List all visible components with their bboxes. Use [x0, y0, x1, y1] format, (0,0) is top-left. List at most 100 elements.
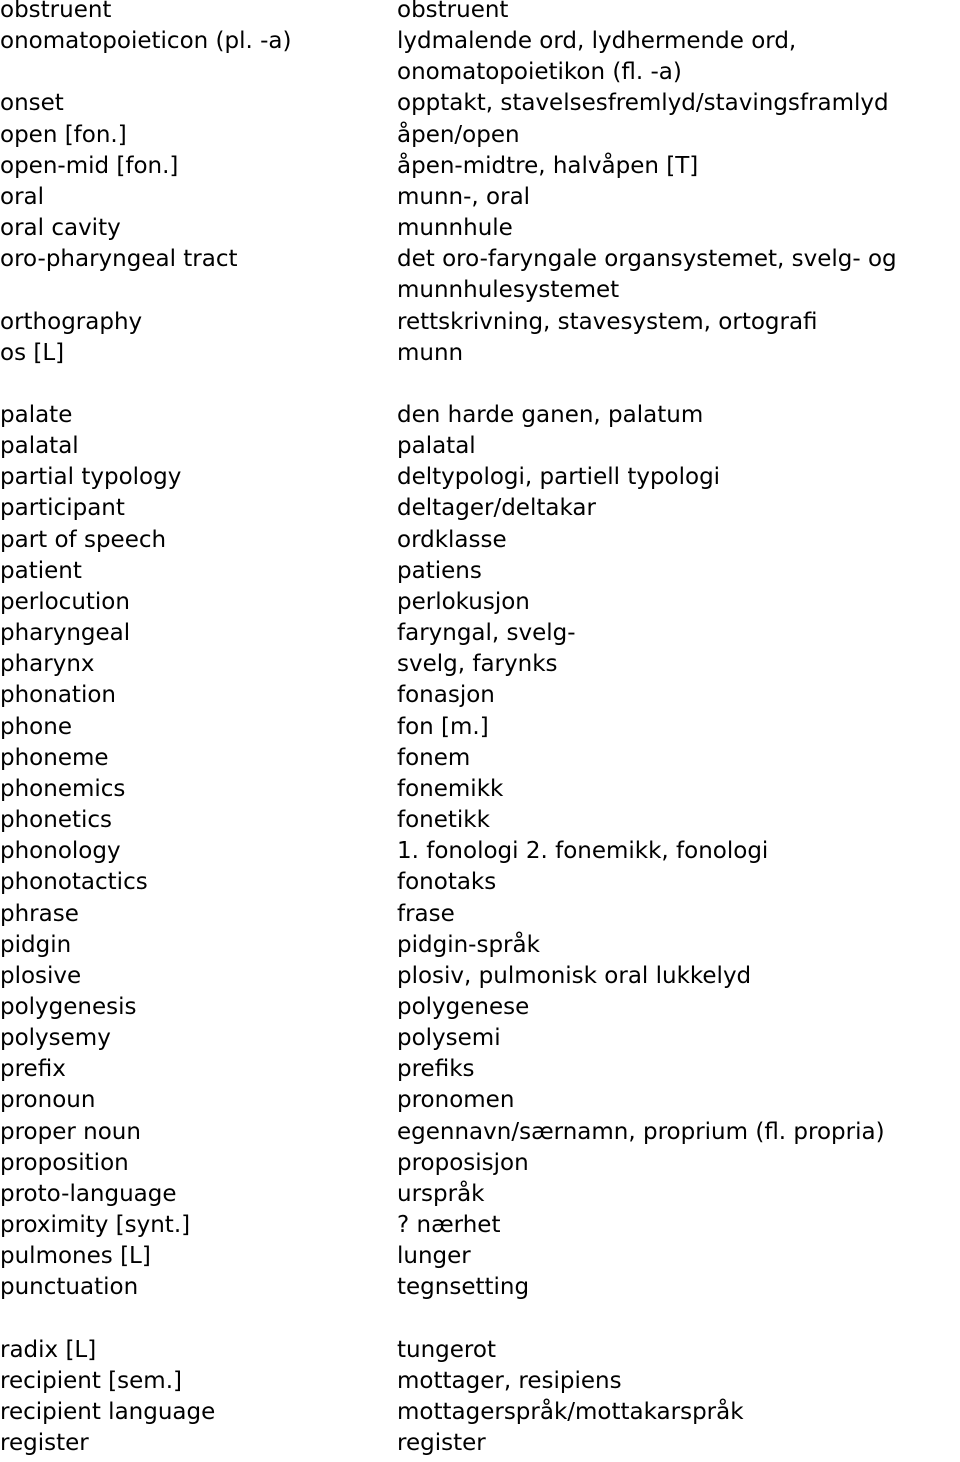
- glossary-entry: phonemics fonemikk: [0, 774, 960, 805]
- norwegian-translation: deltypologi, partiell typologi: [397, 464, 721, 491]
- english-term: onset: [0, 90, 64, 117]
- norwegian-translation: lunger: [397, 1243, 471, 1270]
- norwegian-translation: lydmalende ord, lydhermende ord, onomato…: [397, 28, 797, 86]
- english-term: phonation: [0, 682, 116, 709]
- glossary-entry: pronoun pronomen: [0, 1085, 960, 1116]
- english-term: onomatopoieticon (pl. -a): [0, 28, 292, 55]
- norwegian-translation: deltager/deltakar: [397, 495, 596, 522]
- glossary-entry: phone fon [m.]: [0, 712, 960, 743]
- norwegian-translation: fonem: [397, 744, 471, 771]
- norwegian-translation: polygenese: [397, 993, 530, 1020]
- english-term: obstruent: [0, 0, 112, 23]
- norwegian-translation: fonemikk: [397, 775, 504, 802]
- english-term: partial typology: [0, 464, 182, 491]
- norwegian-translation: 1. fonologi 2. fonemikk, fonologi: [397, 838, 769, 865]
- english-term: prefix: [0, 1056, 66, 1083]
- glossary-entry: phonation fonasjon: [0, 680, 960, 711]
- glossary-table: obstruent obstruent onomatopoieticon (pl…: [0, 0, 960, 1459]
- norwegian-translation: pronomen: [397, 1087, 515, 1114]
- english-term: os [L]: [0, 339, 65, 366]
- glossary-entry: palatal palatal: [0, 431, 960, 462]
- glossary-entry: orthography rettskrivning, stavesystem, …: [0, 307, 960, 338]
- norwegian-translation: fonotaks: [397, 869, 497, 896]
- english-term: recipient language: [0, 1399, 216, 1425]
- norwegian-translation: plosiv, pulmonisk oral lukkelyd: [397, 962, 752, 989]
- glossary-entry: pharynx svelg, farynks: [0, 649, 960, 680]
- glossary-entry: open-mid [fon.] åpen-midtre, halvåpen [T…: [0, 151, 960, 182]
- english-term: oral cavity: [0, 215, 121, 242]
- norwegian-translation: polysemi: [397, 1025, 501, 1052]
- glossary-entry: polysemy polysemi: [0, 1023, 960, 1054]
- glossary-entry: proto-language urspråk: [0, 1179, 960, 1210]
- glossary-entry: obstruent obstruent: [0, 0, 960, 26]
- norwegian-translation: urspråk: [397, 1180, 485, 1207]
- english-term: oral: [0, 183, 45, 210]
- english-term: phone: [0, 713, 72, 740]
- norwegian-translation: pidgin-språk: [397, 931, 540, 958]
- glossary-entry: phonotactics fonotaks: [0, 867, 960, 898]
- english-term: proximity [synt.]: [0, 1212, 191, 1239]
- english-term: pronoun: [0, 1087, 96, 1114]
- english-term: radix [L]: [0, 1336, 97, 1363]
- english-term: participant: [0, 495, 125, 522]
- norwegian-translation: palatal: [397, 433, 476, 460]
- norwegian-translation: fon [m.]: [397, 713, 489, 740]
- glossary-entry: polygenesis polygenese: [0, 992, 960, 1023]
- norwegian-translation: tungerot: [397, 1336, 496, 1363]
- norwegian-translation: perlokusjon: [397, 588, 530, 615]
- norwegian-translation: det oro-faryngale organsystemet, svelg- …: [397, 246, 897, 304]
- english-term: orthography: [0, 308, 143, 335]
- glossary-entry: plosive plosiv, pulmonisk oral lukkelyd: [0, 961, 960, 992]
- glossary-entry: proximity [synt.] ? nærhet: [0, 1210, 960, 1241]
- norwegian-translation: proposisjon: [397, 1149, 529, 1176]
- norwegian-translation: tegnsetting: [397, 1274, 530, 1301]
- glossary-entry: patient patiens: [0, 556, 960, 587]
- glossary-entry: phoneme fonem: [0, 743, 960, 774]
- english-term: register: [0, 1430, 89, 1457]
- english-term: open [fon.]: [0, 121, 127, 148]
- glossary-entry: onomatopoieticon (pl. -a) lydmalende ord…: [0, 26, 960, 88]
- norwegian-translation: prefiks: [397, 1056, 475, 1083]
- glossary-entry: recipient language mottagerspråk/mottaka…: [0, 1397, 960, 1428]
- glossary-entry: proposition proposisjon: [0, 1148, 960, 1179]
- norwegian-translation: register: [397, 1430, 486, 1457]
- norwegian-translation: ? nærhet: [397, 1212, 501, 1239]
- norwegian-translation: munn: [397, 339, 464, 366]
- glossary-entry: partial typology deltypologi, partiell t…: [0, 462, 960, 493]
- glossary-entry: pulmones [L] lunger: [0, 1241, 960, 1272]
- english-term: recipient [sem.]: [0, 1367, 182, 1394]
- norwegian-translation: rettskrivning, stavesystem, ortografi: [397, 308, 818, 335]
- glossary-entry: open [fon.] åpen/open: [0, 120, 960, 151]
- glossary-entry: phonetics fonetikk: [0, 805, 960, 836]
- english-term: proto-language: [0, 1180, 177, 1207]
- english-term: oro-pharyngeal tract: [0, 246, 238, 273]
- norwegian-translation: fonasjon: [397, 682, 495, 709]
- english-term: pharynx: [0, 651, 95, 678]
- norwegian-translation: ordklasse: [397, 526, 507, 553]
- english-term: phrase: [0, 900, 79, 927]
- english-term: patient: [0, 557, 82, 584]
- norwegian-translation: faryngal, svelg-: [397, 620, 576, 647]
- english-term: phonology: [0, 838, 121, 865]
- glossary-entry: participant deltager/deltakar: [0, 493, 960, 524]
- glossary-entry: register register: [0, 1428, 960, 1459]
- glossary-entry: onset opptakt, stavelsesfremlyd/stavings…: [0, 88, 960, 119]
- glossary-entry: oro-pharyngeal tract det oro-faryngale o…: [0, 244, 960, 306]
- english-term: perlocution: [0, 588, 130, 615]
- norwegian-translation: den harde ganen, palatum: [397, 402, 704, 429]
- glossary-entry: punctuation tegnsetting: [0, 1272, 960, 1303]
- norwegian-translation: svelg, farynks: [397, 651, 558, 678]
- norwegian-translation: frase: [397, 900, 455, 927]
- english-term: phoneme: [0, 744, 109, 771]
- glossary-entry: recipient [sem.] mottager, resipiens: [0, 1366, 960, 1397]
- norwegian-translation: åpen-midtre, halvåpen [T]: [397, 152, 699, 179]
- english-term: proposition: [0, 1149, 129, 1176]
- english-term: punctuation: [0, 1274, 139, 1301]
- english-term: polysemy: [0, 1025, 111, 1052]
- norwegian-translation: munnhule: [397, 215, 513, 242]
- glossary-entry: proper noun egennavn/særnamn, proprium (…: [0, 1117, 960, 1148]
- norwegian-translation: opptakt, stavelsesfremlyd/stavingsframly…: [397, 90, 889, 117]
- english-term: open-mid [fon.]: [0, 152, 179, 179]
